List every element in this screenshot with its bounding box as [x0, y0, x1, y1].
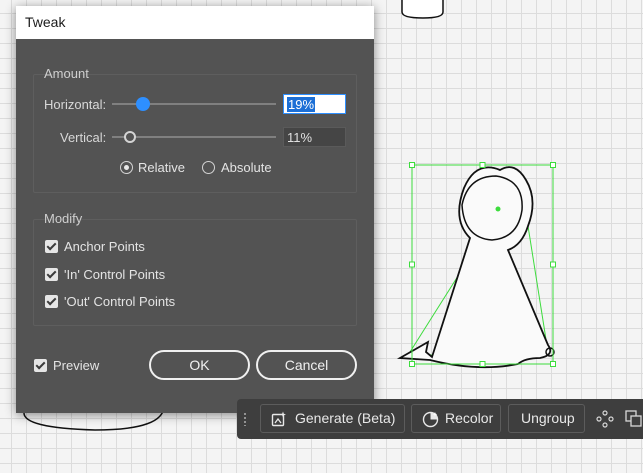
contextual-task-bar: Generate (Beta) Recolor Ungroup: [237, 399, 643, 439]
vertical-amount-field[interactable]: 11%: [283, 127, 346, 147]
handle-top-right[interactable]: [550, 162, 556, 168]
handle-bottom-center[interactable]: [479, 361, 486, 367]
recolor-button[interactable]: Recolor: [411, 404, 501, 433]
relative-radio-label: Relative: [138, 160, 185, 175]
horizontal-amount-field[interactable]: 19%: [283, 94, 346, 114]
absolute-radio-label: Absolute: [221, 160, 272, 175]
drag-handle-icon[interactable]: [243, 412, 247, 426]
vertical-label: Vertical:: [60, 130, 107, 145]
ok-button[interactable]: OK: [149, 350, 250, 380]
generate-beta-button[interactable]: Generate (Beta): [260, 404, 405, 433]
absolute-radio[interactable]: [202, 161, 215, 174]
cancel-button[interactable]: Cancel: [256, 350, 357, 380]
more-options-icon[interactable]: [596, 410, 614, 428]
vertical-slider-track[interactable]: [112, 136, 276, 138]
out-control-points-checkbox[interactable]: [45, 295, 58, 308]
generate-beta-label: Generate (Beta): [295, 410, 396, 426]
ungroup-label: Ungroup: [521, 410, 575, 426]
recolor-icon: [422, 411, 439, 428]
out-control-points-label: 'Out' Control Points: [64, 294, 176, 309]
handle-bottom-right[interactable]: [550, 361, 556, 367]
modify-legend: Modify: [44, 211, 83, 226]
in-control-points-label: 'In' Control Points: [64, 267, 166, 282]
handle-bottom-left[interactable]: [409, 361, 415, 367]
vertical-slider-thumb[interactable]: [124, 131, 137, 143]
tweak-dialog: Tweak Amount Horizontal: 19% Vertical: 1…: [16, 6, 374, 413]
amount-legend: Amount: [44, 66, 89, 81]
anchor-points-label: Anchor Points: [64, 239, 145, 254]
horizontal-label: Horizontal:: [44, 97, 107, 112]
preview-checkbox[interactable]: [34, 359, 47, 372]
preview-label: Preview: [53, 358, 100, 373]
cylinder-artwork[interactable]: [401, 0, 444, 19]
dialog-titlebar[interactable]: Tweak: [16, 6, 374, 39]
relative-radio[interactable]: [120, 161, 133, 174]
handle-middle-left[interactable]: [409, 261, 415, 268]
recolor-label: Recolor: [445, 410, 494, 426]
center-point: [495, 206, 501, 212]
dialog-title: Tweak: [25, 14, 66, 30]
generate-icon: [271, 411, 286, 427]
handle-top-center[interactable]: [479, 162, 486, 168]
tweaked-figure-artwork[interactable]: [396, 166, 555, 369]
arrange-icon[interactable]: [625, 410, 643, 428]
ungroup-button[interactable]: Ungroup: [508, 404, 585, 433]
handle-top-left[interactable]: [409, 162, 415, 168]
in-control-points-checkbox[interactable]: [45, 268, 58, 281]
handle-middle-right[interactable]: [550, 261, 556, 268]
anchor-points-checkbox[interactable]: [45, 240, 58, 253]
